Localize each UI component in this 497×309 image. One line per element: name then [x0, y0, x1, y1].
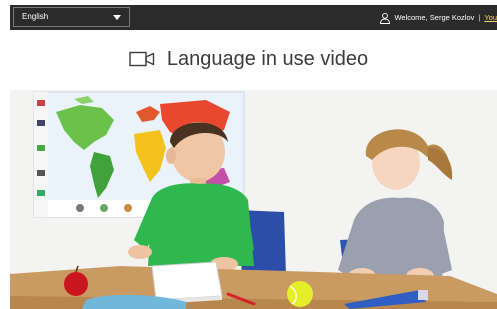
language-select-value: English [22, 12, 49, 21]
video-frame-image [10, 90, 497, 309]
video-camera-icon [129, 51, 155, 67]
account-link[interactable]: You [484, 13, 497, 22]
page-title: Language in use video [166, 47, 369, 70]
user-area: Welcome, Serge Kozlov | You [379, 5, 497, 30]
language-select[interactable]: English [13, 7, 130, 27]
top-bar: English Welcome, Serge Kozlov | You [10, 5, 497, 30]
chevron-down-icon [113, 15, 121, 20]
welcome-text: Welcome, Serge Kozlov [394, 13, 475, 22]
title-row: Language in use video [0, 45, 497, 73]
user-icon [380, 12, 391, 24]
separator: | [478, 13, 481, 22]
video-player[interactable] [10, 90, 497, 309]
